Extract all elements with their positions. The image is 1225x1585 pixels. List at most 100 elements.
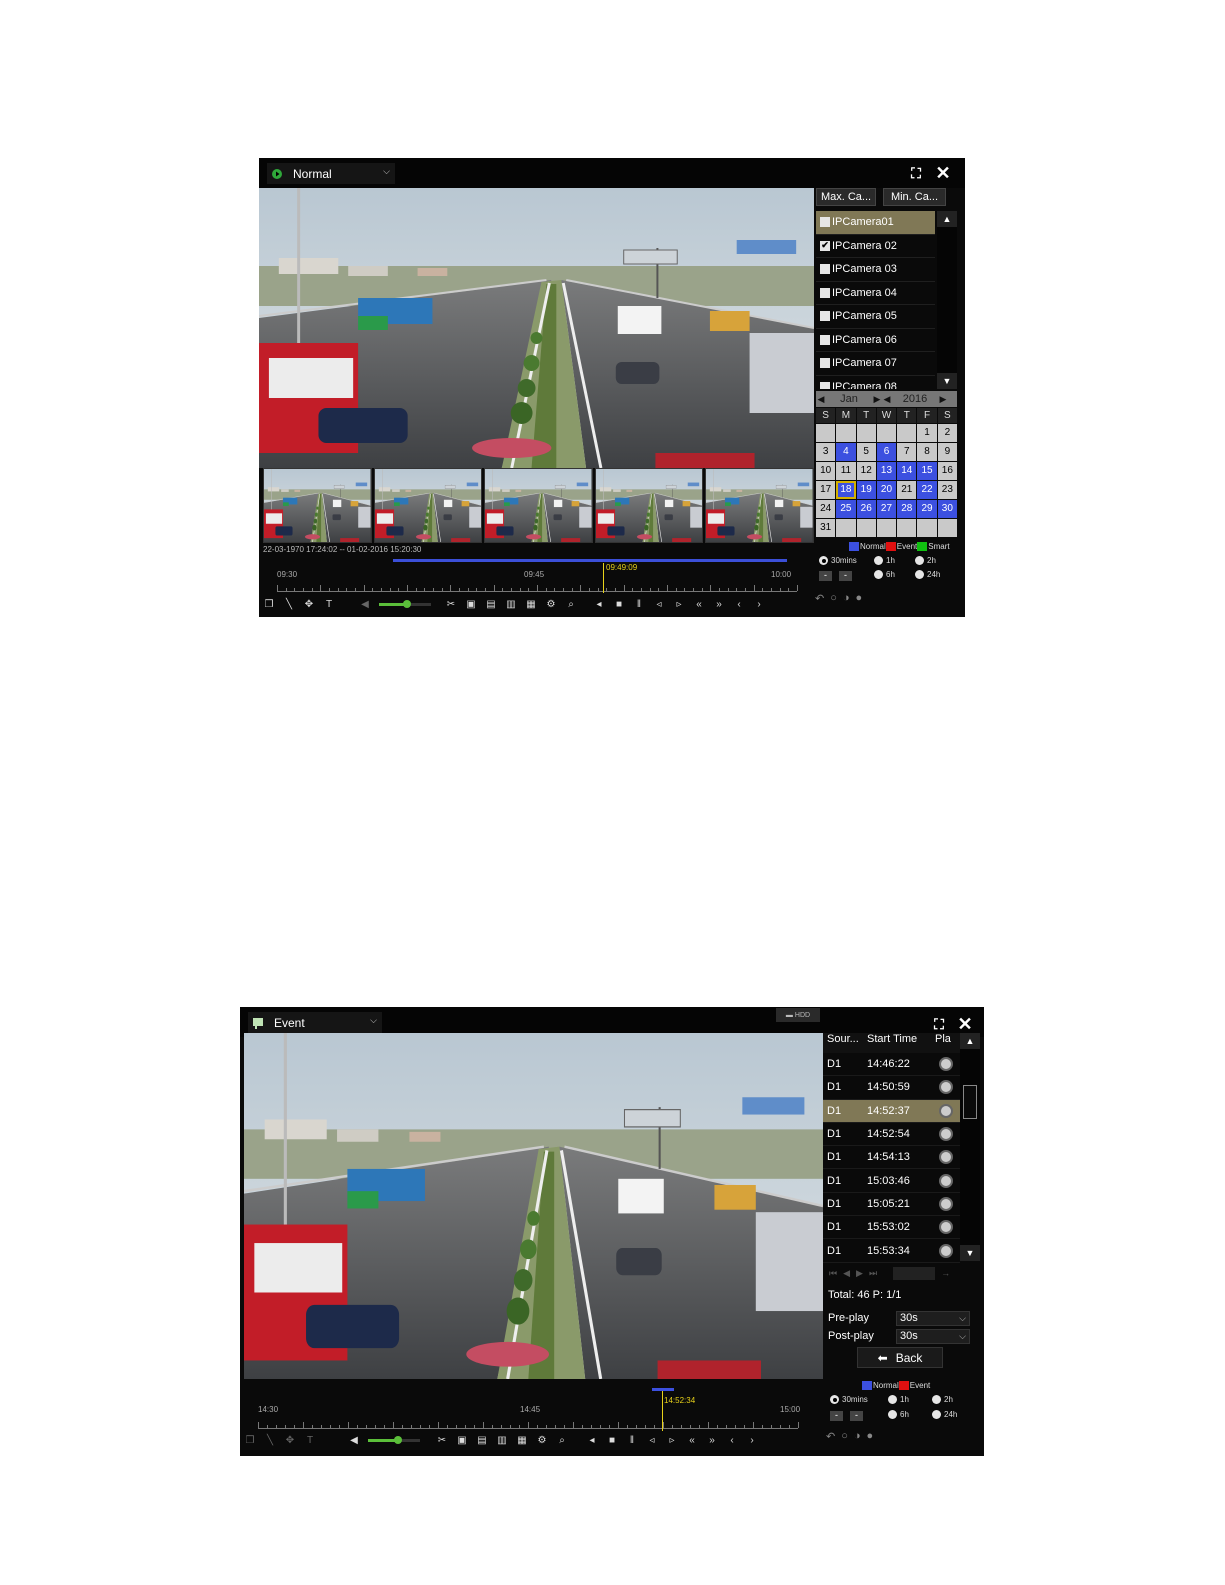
prev-page-icon[interactable]: ◀ — [843, 1268, 850, 1279]
pause-icon[interactable]: ‖ — [629, 595, 649, 613]
event-list-scrollbar[interactable]: ▲ ▼ — [960, 1033, 980, 1261]
reverse-play-icon[interactable]: ◂ — [582, 1431, 602, 1449]
event-row[interactable]: D1 15:05:21 — [823, 1193, 960, 1217]
calendar-day[interactable]: 15 — [917, 462, 937, 480]
playback-mode-select[interactable]: Event ⌵ — [248, 1012, 382, 1033]
play-event-icon[interactable] — [939, 1057, 953, 1072]
main-video-view[interactable] — [259, 188, 814, 468]
max-camera-button[interactable]: Max. Ca... — [816, 188, 876, 206]
camera-checkbox[interactable] — [820, 334, 830, 345]
scroll-thumb[interactable] — [963, 1085, 977, 1119]
previous-icon[interactable]: ‹ — [722, 1431, 742, 1449]
calendar-day[interactable]: 3 — [816, 443, 836, 461]
zoom-1h[interactable]: 1h — [874, 556, 895, 565]
column-play[interactable]: Pla — [935, 1033, 957, 1053]
calendar-day[interactable]: 11 — [836, 462, 856, 480]
zoom-in-button[interactable]: - — [830, 1411, 843, 1421]
calendar-day[interactable]: 13 — [876, 462, 897, 480]
camera-item[interactable]: IPCamera 05 — [816, 305, 935, 329]
stop-icon[interactable]: ■ — [602, 1431, 622, 1449]
calendar-day[interactable]: 31 — [816, 519, 836, 537]
go-page-icon[interactable]: → — [941, 1268, 950, 1278]
camera-item[interactable]: IPCamera 04 — [816, 282, 935, 305]
volume-icon[interactable]: ◀ — [344, 1431, 364, 1449]
calendar-day[interactable]: 23 — [937, 481, 957, 499]
play-event-icon[interactable] — [939, 1103, 953, 1118]
camera-checkbox[interactable] — [820, 264, 830, 275]
fullscreen-view-icon[interactable]: ❒ — [259, 595, 279, 613]
calendar-day[interactable]: 5 — [856, 443, 876, 461]
camera-item[interactable]: IPCamera 06 — [816, 329, 935, 352]
event-row[interactable]: D1 15:03:46 — [823, 1169, 960, 1193]
playback-mode-select[interactable]: Normal ⌵ — [267, 163, 395, 184]
prev-month-icon[interactable]: ◀ — [816, 394, 826, 405]
first-page-icon[interactable]: ⏮ — [829, 1268, 837, 1279]
calendar-day[interactable]: 12 — [856, 462, 876, 480]
volume-slider[interactable] — [379, 599, 431, 608]
calendar-day[interactable]: 8 — [917, 443, 937, 461]
calendar-day[interactable]: 25 — [836, 500, 856, 518]
camera-checkbox[interactable] — [820, 381, 830, 389]
zoom-24h[interactable]: 24h — [932, 1410, 957, 1419]
text-tool-icon[interactable]: T — [319, 595, 339, 613]
previous-icon[interactable]: ‹ — [729, 595, 749, 613]
scroll-down-icon[interactable]: ▼ — [937, 373, 957, 389]
camera-checkbox[interactable] — [820, 311, 830, 322]
calendar-day[interactable]: 17 — [816, 481, 836, 499]
snapshot-icon[interactable]: ▣ — [461, 595, 481, 613]
fullscreen-icon[interactable]: ⛶ — [905, 162, 927, 184]
record-icon[interactable]: ● — [867, 1430, 874, 1443]
calendar-day[interactable]: 4 — [836, 443, 856, 461]
lock-file-icon[interactable]: ▤ — [481, 595, 501, 613]
camera-list-scrollbar[interactable]: ▲ ▼ — [937, 211, 957, 389]
slow-icon[interactable]: « — [682, 1431, 702, 1449]
min-camera-button[interactable]: Min. Ca... — [883, 188, 946, 206]
event-row[interactable]: D1 14:46:22 — [823, 1053, 960, 1077]
thumbnail[interactable] — [705, 468, 814, 543]
calendar-day[interactable]: 30 — [937, 500, 957, 518]
next-year-icon[interactable]: ▶ — [938, 394, 948, 405]
thumbnail[interactable] — [484, 468, 593, 543]
event-row[interactable]: D1 15:53:34 — [823, 1239, 960, 1263]
event-row[interactable]: D1 14:54:13 — [823, 1146, 960, 1170]
calendar-day[interactable]: 14 — [897, 462, 917, 480]
zoom-30mins[interactable]: 30mins — [819, 556, 857, 565]
fast-icon[interactable]: » — [709, 595, 729, 613]
step-forward-icon[interactable]: ▹ — [662, 1431, 682, 1449]
settings-icon[interactable]: ⚙ — [541, 595, 561, 613]
lock-file-icon[interactable]: ▤ — [472, 1431, 492, 1449]
timeline[interactable] — [258, 1415, 799, 1429]
camera-item[interactable]: IPCamera 07 — [816, 352, 935, 376]
calendar-day[interactable]: 18 — [836, 481, 856, 499]
camera-item[interactable]: IPCamera01 — [816, 211, 935, 235]
loop-icon[interactable]: ○ — [830, 592, 837, 605]
zoom-2h[interactable]: 2h — [915, 556, 936, 565]
play-event-icon[interactable] — [939, 1080, 953, 1095]
calendar-day[interactable]: 22 — [917, 481, 937, 499]
thumbnail[interactable] — [594, 468, 704, 543]
calendar-day[interactable]: 27 — [876, 500, 897, 518]
calendar-day[interactable]: 9 — [937, 443, 957, 461]
next-page-icon[interactable]: ▶ — [856, 1268, 863, 1279]
play-event-icon[interactable] — [939, 1243, 953, 1258]
fullscreen-view-icon[interactable]: ❒ — [240, 1431, 260, 1449]
zoom-30mins[interactable]: 30mins — [830, 1395, 868, 1404]
zoom-24h[interactable]: 24h — [915, 570, 940, 579]
undo-icon[interactable]: ↶ — [826, 1430, 835, 1443]
zoom-6h[interactable]: 6h — [888, 1410, 909, 1419]
step-back-icon[interactable]: ◃ — [642, 1431, 662, 1449]
add-tag-icon[interactable]: ◑ — [843, 592, 850, 605]
zoom-6h[interactable]: 6h — [874, 570, 895, 579]
thumbnail[interactable] — [263, 468, 372, 543]
next-icon[interactable]: › — [749, 595, 769, 613]
calendar-day[interactable]: 20 — [876, 481, 897, 499]
event-row[interactable]: D1 15:53:02 — [823, 1216, 960, 1240]
play-event-icon[interactable] — [939, 1173, 953, 1188]
step-back-icon[interactable]: ◃ — [649, 595, 669, 613]
clip-icon[interactable]: ✂ — [441, 595, 461, 613]
timeline-cursor[interactable] — [603, 563, 604, 593]
last-page-icon[interactable]: ⏭ — [869, 1268, 877, 1279]
ptz-icon[interactable]: ✥ — [280, 1431, 300, 1449]
calendar-day[interactable]: 28 — [897, 500, 917, 518]
close-icon[interactable]: ✕ — [954, 1013, 976, 1035]
